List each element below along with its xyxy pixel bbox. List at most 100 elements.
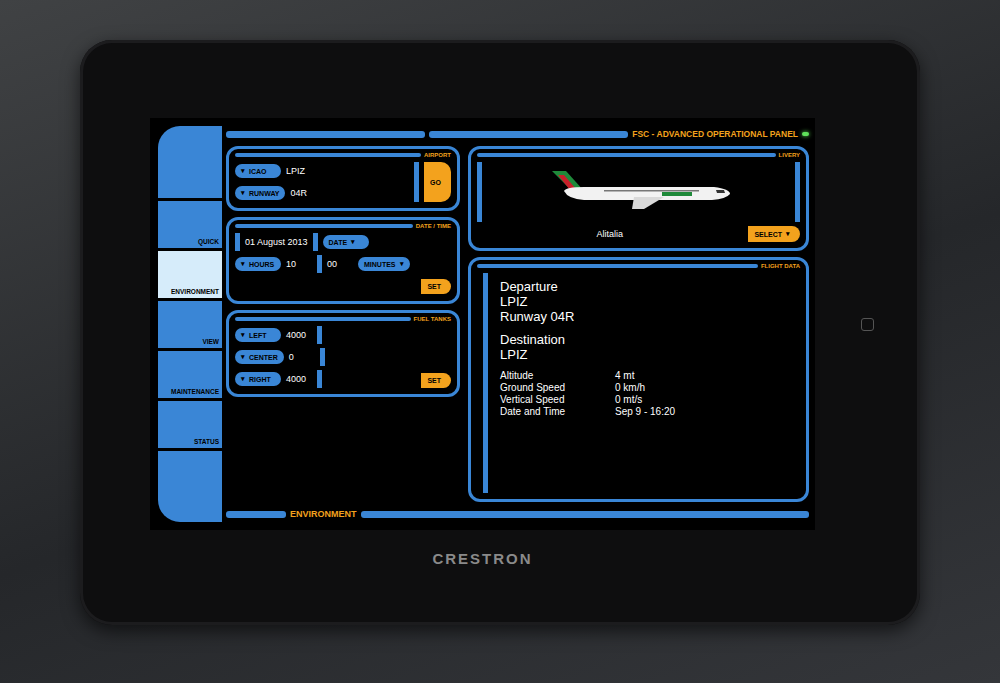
livery-panel: LIVERY Alitalia SELECT ▾: [468, 146, 809, 251]
pill-label: MINUTES: [364, 261, 396, 268]
screen: QUICK ENVIRONMENT VIEW MAINTENANCESTATUS FSC…: [150, 118, 815, 530]
tank-dropdown[interactable]: ▾ CENTER: [235, 350, 284, 364]
field-dropdown[interactable]: ▾RUNWAY: [235, 186, 285, 200]
decor-bar: [477, 264, 758, 268]
panel-title: FUEL TANKS: [235, 316, 451, 322]
livery-row: Alitalia SELECT ▾: [477, 226, 800, 242]
flight-data: DepartureLPIZRunway 04RDestinationLPIZAl…: [483, 273, 800, 493]
reading-row: Altitude4 mt: [500, 370, 788, 382]
pill-label: ICAO: [249, 168, 267, 175]
panel-label: AIRPORT: [424, 152, 451, 158]
decor-bar: [317, 370, 322, 388]
footer-label: ENVIRONMENT: [290, 509, 357, 519]
hours-dropdown[interactable]: ▾HOURS: [235, 257, 281, 271]
tablet-row: QUICK ENVIRONMENT VIEW MAINTENANCESTATUS FSC…: [150, 118, 920, 530]
livery-name: Alitalia: [477, 229, 742, 239]
tank-dropdown[interactable]: ▾ LEFT: [235, 328, 281, 342]
stage: QUICK ENVIRONMENT VIEW MAINTENANCESTATUS FSC…: [0, 0, 1000, 625]
tablet: QUICK ENVIRONMENT VIEW MAINTENANCESTATUS FSC…: [80, 40, 920, 625]
sidebar-elbow: [158, 126, 222, 198]
header: FSC - ADVANCED OPERATIONAL PANEL: [226, 126, 809, 142]
reading-label: Vertical Speed: [500, 394, 615, 406]
dropdown-arrow-icon: ▾: [786, 230, 790, 238]
tank-row: ▾ CENTER 0: [235, 348, 416, 366]
tank-value: 4000: [286, 330, 312, 340]
panel-title: AIRPORT: [235, 152, 451, 158]
date-value: 01 August 2013: [245, 237, 308, 247]
departure-heading: Departure: [500, 279, 788, 294]
select-button[interactable]: SELECT ▾: [748, 226, 800, 242]
dropdown-arrow-icon: ▾: [241, 331, 245, 339]
panel-label: LIVERY: [779, 152, 800, 158]
reading-value: 0 mt/s: [615, 394, 788, 406]
right-column: LIVERY Alitalia SELECT ▾ FLIGHT DATA Departur…: [468, 146, 809, 502]
airport-fields: ▾ ICAO LPIZ▾RUNWAY 04R: [235, 162, 409, 202]
sidebar-item[interactable]: VIEW: [158, 301, 222, 348]
pill-label: RUNWAY: [249, 190, 279, 197]
panel-title: FLIGHT DATA: [477, 263, 800, 269]
reading-row: Vertical Speed0 mt/s: [500, 394, 788, 406]
tank-row: ▾RIGHT 4000: [235, 370, 416, 388]
sidebar-item[interactable]: QUICK: [158, 201, 222, 248]
brand-logo: CRESTRON: [150, 550, 815, 567]
reading-label: Date and Time: [500, 406, 615, 418]
tank-value: 0: [289, 352, 315, 362]
dropdown-arrow-icon: ▾: [351, 238, 355, 246]
sidebar-label: VIEW: [202, 338, 219, 345]
tank-value: 4000: [286, 374, 312, 384]
spacer: [500, 362, 788, 370]
select-label: SELECT: [754, 231, 782, 238]
decor-bar: [429, 131, 628, 138]
set-button[interactable]: SET: [421, 373, 451, 388]
decor-bar: [235, 317, 411, 321]
field-row: ▾RUNWAY 04R: [235, 184, 409, 202]
dropdown-arrow-icon: ▾: [241, 353, 245, 361]
fuel-panel: FUEL TANKS ▾ LEFT 4000 ▾ CENTER 0 ▾RIGHT 4000 SET: [226, 310, 460, 397]
reading-value: 0 km/h: [615, 382, 788, 394]
decor-bar: [317, 326, 322, 344]
flight-data-panel: FLIGHT DATA DepartureLPIZRunway 04RDestin…: [468, 257, 809, 502]
content: AIRPORT▾ICAOLPIZ▾RUNWAY04RGODATE / TIME0…: [226, 146, 809, 502]
destination-airport: LPIZ: [500, 347, 788, 362]
fuel-button-wrap: SET: [421, 326, 451, 388]
reading-label: Ground Speed: [500, 382, 615, 394]
go-button[interactable]: GO: [424, 162, 451, 202]
set-row: SET: [235, 277, 451, 295]
sidebar-item[interactable]: MAINTENANCE: [158, 351, 222, 398]
sidebar-item[interactable]: ENVIRONMENT: [158, 251, 222, 298]
reading-value: Sep 9 - 16:20: [615, 406, 788, 418]
tank-dropdown[interactable]: ▾RIGHT: [235, 372, 281, 386]
pill-label: LEFT: [249, 332, 267, 339]
field-dropdown[interactable]: ▾ ICAO: [235, 164, 281, 178]
decor-bar: [320, 348, 325, 366]
panel-title-text: FSC - ADVANCED OPERATIONAL PANEL: [632, 129, 798, 139]
departure-runway: Runway 04R: [500, 309, 788, 324]
reading-row: Ground Speed0 km/h: [500, 382, 788, 394]
decor-bar: [226, 131, 425, 138]
sidebar-item[interactable]: STATUS: [158, 401, 222, 448]
pill-label: CENTER: [249, 354, 278, 361]
decor-bar: [226, 511, 286, 518]
dropdown-arrow-icon: ▾: [241, 260, 245, 268]
sidebar-label: ENVIRONMENT: [171, 288, 219, 295]
dropdown-arrow-icon: ▾: [241, 167, 245, 175]
date-dropdown[interactable]: DATE▾: [323, 235, 369, 249]
sidebar-label: QUICK: [198, 238, 219, 245]
time-row: ▾HOURS1000MINUTES▾: [235, 255, 451, 273]
airplane-icon: [544, 167, 734, 217]
minutes-dropdown[interactable]: MINUTES▾: [358, 257, 410, 271]
left-column: AIRPORT▾ICAOLPIZ▾RUNWAY04RGODATE / TIME0…: [226, 146, 460, 502]
pill-label: RIGHT: [249, 376, 271, 383]
home-button-icon[interactable]: [861, 318, 874, 331]
field-value: 04R: [290, 188, 316, 198]
fuel-body: ▾ LEFT 4000 ▾ CENTER 0 ▾RIGHT 4000 SET: [235, 326, 451, 388]
spacer: [500, 324, 788, 332]
departure-airport: LPIZ: [500, 294, 788, 309]
home-area: [815, 318, 920, 331]
set-button[interactable]: SET: [421, 279, 451, 294]
panel-label: FLIGHT DATA: [761, 263, 800, 269]
decor-bar: [235, 233, 240, 251]
fuel-fields: ▾ LEFT 4000 ▾ CENTER 0 ▾RIGHT 4000: [235, 326, 416, 388]
field-value: LPIZ: [286, 166, 312, 176]
minutes-value: 00: [327, 259, 353, 269]
